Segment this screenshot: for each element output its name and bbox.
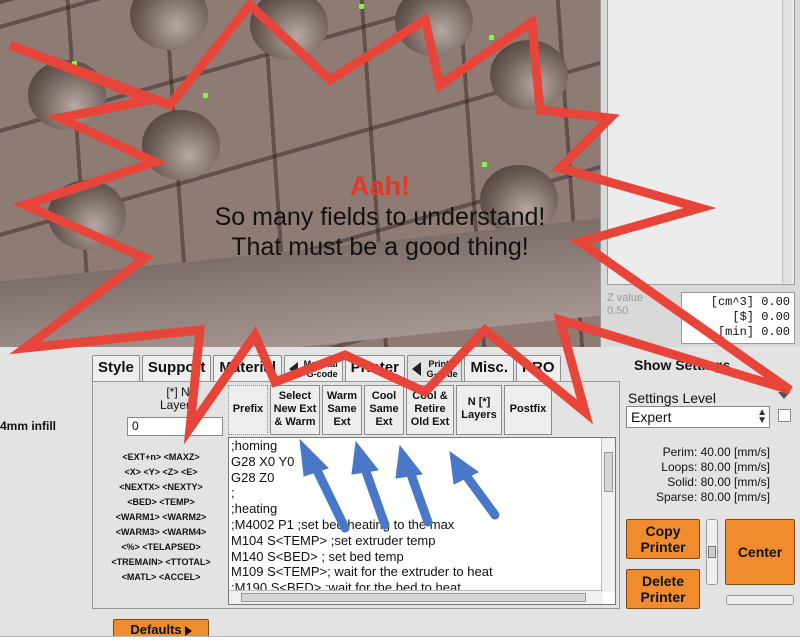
zvalue-label: Z value: [607, 292, 644, 304]
gcode-section-buttons: Prefix Select New Ext & Warm Warm Same Ext C…: [228, 385, 552, 435]
tab-material-gcode[interactable]: Material G-code: [284, 355, 343, 381]
tab-pro[interactable]: PRO: [516, 355, 561, 381]
tab-printer-gcode-line1: Printer: [428, 359, 458, 369]
speed-summary: Perim: 40.00 [mm/s] Loops: 80.00 [mm/s] …: [630, 445, 770, 505]
scroll-thumb[interactable]: [241, 593, 586, 602]
stat-time: [min] 0.00: [717, 325, 790, 339]
defaults-button-label: Defaults: [130, 622, 182, 637]
code-line: ;M4002 P1 ;set bed heating to the max: [231, 516, 455, 532]
tab-printer-gcode[interactable]: Printer G-code: [406, 355, 463, 381]
speed-solid: Solid: 80.00 [mm/s]: [667, 475, 770, 489]
tab-printer[interactable]: Printer: [344, 355, 405, 381]
variable-row: <EXT+n> <MAXZ>: [122, 452, 200, 462]
triangle-left-icon: [289, 362, 299, 376]
nlayers-label-line2: Layers: [159, 398, 197, 412]
postfix-button[interactable]: Postfix: [504, 385, 552, 435]
settings-level-checkbox[interactable]: [778, 409, 791, 422]
model-list[interactable]: [607, 0, 795, 285]
variable-list: <EXT+n> <MAXZ> <X> <Y> <Z> <E> <NEXTX> <…: [97, 450, 225, 585]
vertex-marker: [489, 35, 494, 40]
vertex-marker: [359, 4, 364, 9]
variable-row: <TREMAIN> <TTOTAL>: [111, 557, 211, 567]
vertical-slider[interactable]: [706, 519, 718, 585]
spinner-icon: ▲ ▼: [757, 407, 767, 426]
triangle-left-icon: [411, 362, 421, 376]
editor-vertical-scrollbar[interactable]: [601, 438, 615, 592]
variable-row: <BED> <TEMP>: [127, 497, 195, 507]
settings-level-value: Expert: [631, 409, 672, 425]
tab-misc[interactable]: Misc.: [464, 355, 514, 381]
variable-row: <MATL> <ACCEL>: [121, 572, 201, 582]
variable-row: <NEXTX> <NEXTY>: [119, 482, 203, 492]
burst-title: Aah!: [350, 171, 410, 201]
settings-level-select[interactable]: Expert ▲ ▼: [626, 406, 770, 428]
code-line: M140 S<BED> ; set bed temp: [231, 548, 404, 564]
part-hole: [490, 40, 568, 110]
code-line: M104 S<TEMP> ;set extruder temp: [231, 532, 436, 548]
vertex-marker: [203, 93, 208, 98]
gcode-editor[interactable]: ;homing G28 X0 Y0 G28 Z0 ; ;heating ;M40…: [228, 437, 616, 605]
center-button[interactable]: Center: [725, 519, 795, 585]
editor-horizontal-scrollbar[interactable]: [229, 590, 603, 604]
tab-support[interactable]: Support: [141, 355, 212, 381]
zvalue-value: 0.50: [607, 305, 629, 317]
list-scrollbar[interactable]: [782, 0, 792, 283]
variable-row: <WARM3> <WARM4>: [115, 527, 207, 537]
settings-panel: Style Support Material Material G-code P…: [0, 347, 800, 644]
tab-material-gcode-line1: Material: [303, 359, 338, 369]
code-line: G28 Z0: [231, 469, 275, 485]
right-info-panel: Z value 0.50 [cm^3] 0.00 [$] 0.00 [min] …: [600, 0, 800, 347]
tab-material-gcode-line2: G-code: [306, 369, 338, 379]
variable-row: <X> <Y> <Z> <E>: [124, 467, 198, 477]
speed-sparse: Sparse: 80.00 [mm/s]: [655, 490, 770, 504]
code-line: ;homing: [231, 438, 278, 453]
nlayers-input[interactable]: 0: [127, 417, 223, 436]
stat-cost: [$] 0.00: [732, 310, 790, 324]
select-new-ext-button[interactable]: Select New Ext & Warm: [270, 385, 320, 435]
vertex-marker: [72, 61, 77, 66]
print-stats: [cm^3] 0.00 [$] 0.00 [min] 0.00: [681, 292, 795, 344]
warm-same-ext-button[interactable]: Warm Same Ext: [322, 385, 362, 435]
part-hole: [28, 60, 106, 130]
code-line: ;: [231, 485, 235, 501]
part-hole: [48, 180, 126, 250]
scroll-thumb[interactable]: [604, 452, 613, 492]
show-settings-toggle[interactable]: Show Settings: [634, 357, 730, 373]
stat-volume: [cm^3] 0.00: [710, 295, 790, 309]
variable-row: <WARM1> <WARM2>: [115, 512, 207, 522]
slider-knob[interactable]: [708, 546, 716, 558]
cool-retire-old-ext-button[interactable]: Cool & Retire Old Ext: [406, 385, 454, 435]
settings-tabs: Style Support Material Material G-code P…: [92, 355, 561, 381]
burst-line-2: That must be a good thing!: [231, 233, 529, 261]
burst-text: Aah! So many fields to understand! That …: [160, 170, 600, 262]
speed-loops: Loops: 80.00 [mm/s]: [661, 460, 770, 474]
play-arrow-icon: [184, 625, 192, 636]
infill-label: 4mm infill: [0, 419, 57, 433]
nlayers-label: [*] N Layers: [133, 386, 223, 412]
code-line: G28 X0 Y0: [231, 453, 295, 469]
n-layers-button[interactable]: N [*] Layers: [456, 385, 502, 435]
tab-material[interactable]: Material: [213, 355, 283, 381]
zvalue-readout: Z value 0.50: [607, 292, 643, 318]
taskbar-strip: [0, 636, 800, 644]
cool-same-ext-button[interactable]: Cool Same Ext: [364, 385, 404, 435]
speed-perim: Perim: 40.00 [mm/s]: [662, 445, 770, 459]
variable-row: <%> <TELAPSED>: [121, 542, 201, 552]
code-line: ;heating: [231, 501, 278, 517]
tab-printer-gcode-line2: G-code: [426, 369, 458, 379]
vertex-marker: [482, 162, 487, 167]
delete-printer-button[interactable]: Delete Printer: [626, 569, 700, 609]
copy-printer-button[interactable]: Copy Printer: [626, 519, 700, 559]
chevron-down-icon[interactable]: [778, 392, 790, 399]
tab-style[interactable]: Style: [92, 355, 140, 381]
settings-level-label: Settings Level: [628, 390, 716, 406]
prefix-button[interactable]: Prefix: [228, 385, 268, 435]
horizontal-slider[interactable]: [726, 595, 794, 605]
burst-line-1: So many fields to understand!: [214, 203, 546, 231]
code-line: M109 S<TEMP>; wait for the extruder to h…: [231, 564, 493, 580]
